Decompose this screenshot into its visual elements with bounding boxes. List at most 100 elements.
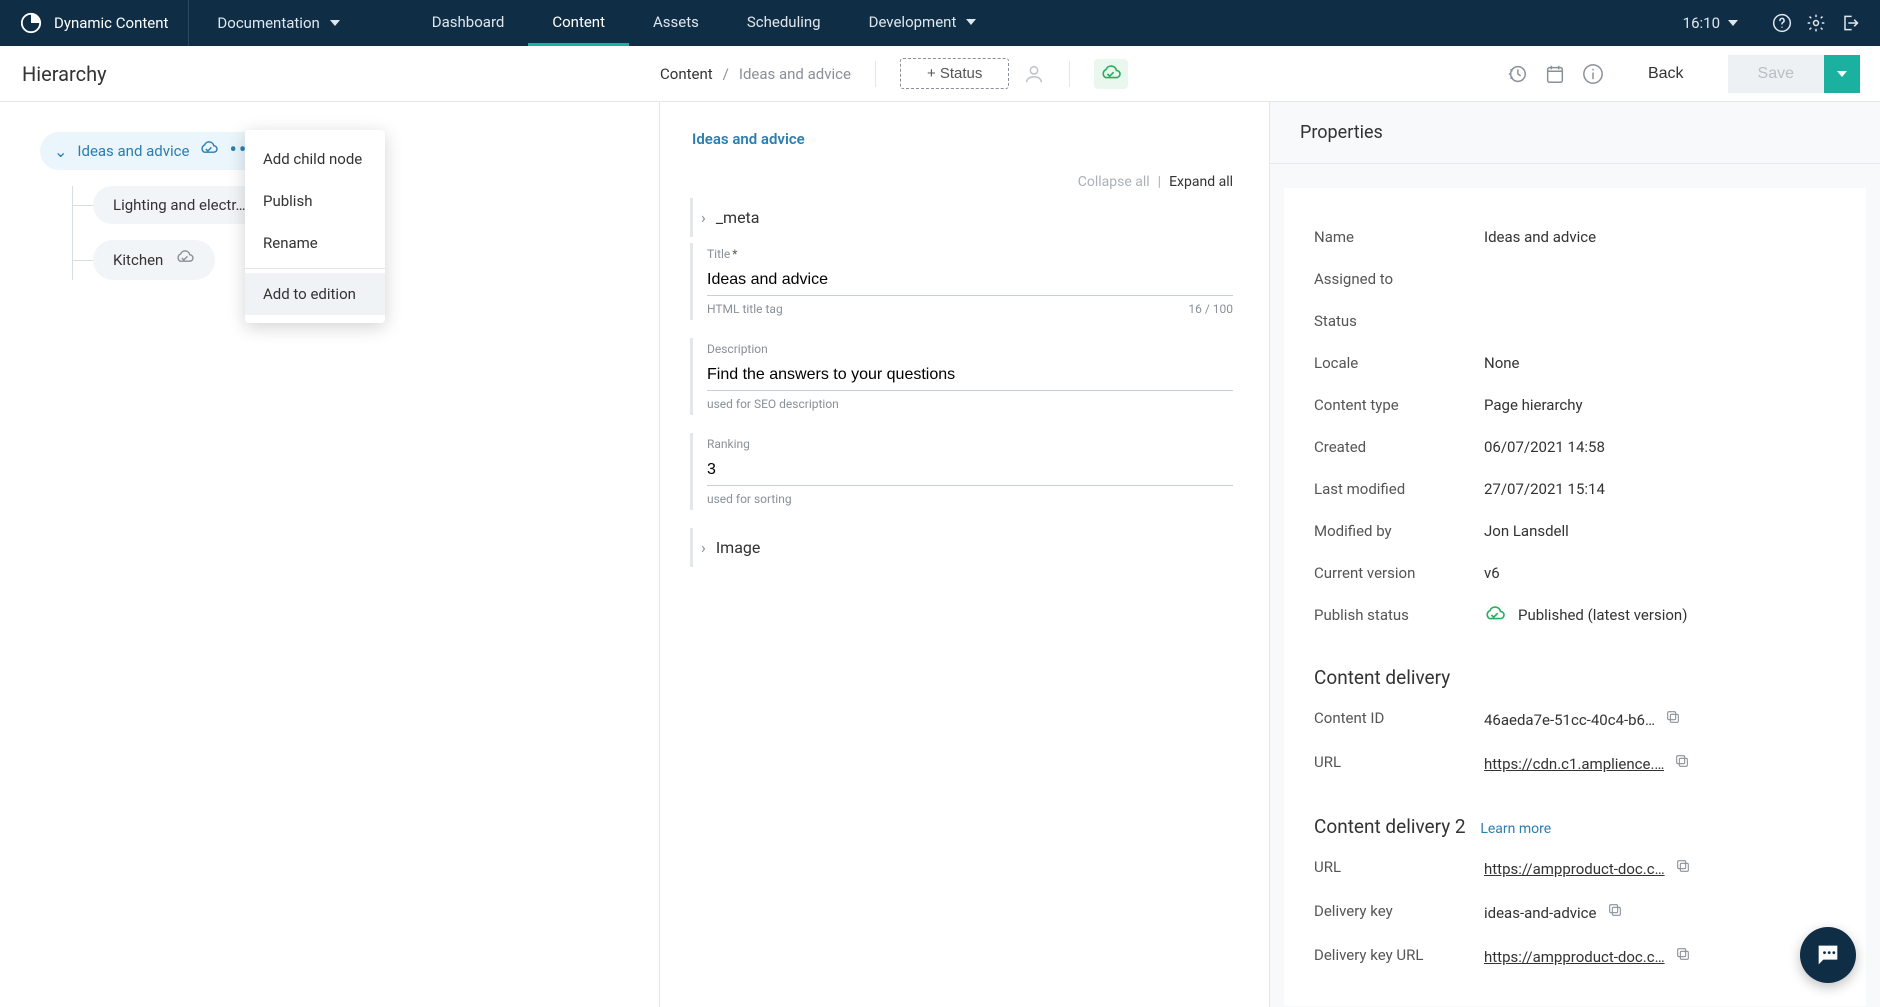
tab-scheduling[interactable]: Scheduling bbox=[723, 0, 845, 46]
chevron-down-icon bbox=[330, 20, 340, 26]
breadcrumb-root[interactable]: Content bbox=[660, 65, 713, 83]
publish-status-chip[interactable] bbox=[1094, 59, 1128, 89]
gear-icon[interactable] bbox=[1806, 13, 1826, 33]
expand-all-button[interactable]: Expand all bbox=[1169, 174, 1233, 190]
description-input[interactable] bbox=[707, 360, 1233, 391]
copy-icon[interactable] bbox=[1674, 755, 1690, 773]
help-icon[interactable] bbox=[1772, 13, 1792, 33]
tree-child-label: Lighting and electr… bbox=[113, 196, 246, 214]
separator bbox=[875, 61, 876, 87]
section-content-delivery-2: Content delivery 2 Learn more bbox=[1314, 785, 1836, 846]
prop-contentid-value: 46aeda7e-51cc-40c4-b6… bbox=[1484, 709, 1836, 729]
copy-icon[interactable] bbox=[1675, 860, 1691, 878]
info-icon[interactable] bbox=[1582, 63, 1604, 85]
calendar-icon[interactable] bbox=[1544, 63, 1566, 85]
tree-child-lighting[interactable]: Lighting and electr… bbox=[93, 186, 266, 224]
title-input[interactable] bbox=[707, 265, 1233, 296]
prop-version-label: Current version bbox=[1314, 564, 1484, 582]
field-ranking-hint: used for sorting bbox=[707, 492, 1233, 506]
copy-icon[interactable] bbox=[1675, 948, 1691, 966]
prop-name-label: Name bbox=[1314, 228, 1484, 246]
cloud-check-icon bbox=[175, 250, 195, 270]
prop-assigned-value bbox=[1484, 270, 1836, 288]
prop-url-value: https://cdn.c1.amplience.… bbox=[1484, 753, 1836, 773]
save-group: Save bbox=[1728, 55, 1860, 93]
hub-label: Documentation bbox=[217, 14, 319, 32]
context-menu: Add child node Publish Rename Add to edi… bbox=[245, 130, 385, 323]
prop-name-value: Ideas and advice bbox=[1484, 228, 1836, 246]
properties-body[interactable]: NameIdeas and advice Assigned to Status … bbox=[1270, 164, 1880, 1007]
tree-root-label: Ideas and advice bbox=[77, 142, 189, 160]
brand-label: Dynamic Content bbox=[54, 14, 168, 32]
assignee-icon[interactable] bbox=[1023, 63, 1045, 85]
breadcrumb-leaf: Ideas and advice bbox=[739, 65, 851, 83]
required-indicator: * bbox=[732, 247, 737, 261]
ctx-add-to-edition[interactable]: Add to edition bbox=[245, 273, 385, 315]
editor-title: Ideas and advice bbox=[686, 130, 1233, 148]
brand: Dynamic Content bbox=[0, 0, 188, 46]
clock[interactable]: 16:10 bbox=[1683, 14, 1738, 32]
prop-url2-value: https://ampproduct-doc.c… bbox=[1484, 858, 1836, 878]
back-button[interactable]: Back bbox=[1620, 65, 1712, 83]
top-right: 16:10 bbox=[1683, 13, 1880, 33]
chevron-down-icon bbox=[1837, 71, 1847, 77]
chevron-right-icon: › bbox=[701, 538, 706, 557]
ctx-add-child[interactable]: Add child node bbox=[245, 138, 385, 180]
prop-pubstatus-label: Publish status bbox=[1314, 606, 1484, 624]
tab-development[interactable]: Development bbox=[845, 0, 1001, 46]
prop-locale-value: None bbox=[1484, 354, 1836, 372]
ctx-rename[interactable]: Rename bbox=[245, 222, 385, 264]
main: ⌄ Ideas and advice ••• Lighting and elec… bbox=[0, 102, 1880, 1007]
logout-icon[interactable] bbox=[1840, 13, 1860, 33]
field-ranking: Ranking used for sorting bbox=[690, 433, 1233, 510]
section-meta[interactable]: › _meta bbox=[690, 198, 1233, 237]
add-status-button[interactable]: + Status bbox=[900, 58, 1009, 89]
prop-dkeyurl-value: https://ampproduct-doc.c… bbox=[1484, 946, 1836, 966]
copy-icon[interactable] bbox=[1665, 711, 1681, 729]
prop-contenttype-label: Content type bbox=[1314, 396, 1484, 414]
hub-selector[interactable]: Documentation bbox=[189, 14, 367, 32]
history-icon[interactable] bbox=[1506, 63, 1528, 85]
toolbar-mid: Content / Ideas and advice + Status bbox=[660, 58, 1506, 89]
tab-content[interactable]: Content bbox=[528, 0, 629, 46]
prop-dkey-value: ideas-and-advice bbox=[1484, 902, 1836, 922]
chevron-down-icon bbox=[1728, 20, 1738, 26]
prop-pubstatus-value: Published (latest version) bbox=[1484, 606, 1836, 624]
field-title: Title * HTML title tag 16 / 100 bbox=[690, 243, 1233, 320]
save-caret-button[interactable] bbox=[1824, 55, 1860, 93]
save-button: Save bbox=[1728, 55, 1824, 93]
cloud-check-icon bbox=[199, 141, 219, 161]
ranking-input[interactable] bbox=[707, 455, 1233, 486]
prop-status-label: Status bbox=[1314, 312, 1484, 330]
chevron-down-icon: ⌄ bbox=[54, 142, 67, 161]
prop-status-value bbox=[1484, 312, 1836, 330]
learn-more-link[interactable]: Learn more bbox=[1480, 821, 1551, 837]
prop-modified-label: Last modified bbox=[1314, 480, 1484, 498]
separator bbox=[1069, 61, 1070, 87]
brand-logo-icon bbox=[20, 12, 42, 34]
toolbar: Hierarchy Content / Ideas and advice + S… bbox=[0, 46, 1880, 102]
field-description-label: Description bbox=[707, 342, 768, 356]
prop-version-value: v6 bbox=[1484, 564, 1836, 582]
prop-locale-label: Locale bbox=[1314, 354, 1484, 372]
collapse-all-button[interactable]: Collapse all bbox=[1078, 174, 1150, 190]
field-description-hint: used for SEO description bbox=[707, 397, 1233, 411]
prop-dkeyurl-label: Delivery key URL bbox=[1314, 946, 1484, 966]
ctx-publish[interactable]: Publish bbox=[245, 180, 385, 222]
expand-controls: Collapse all | Expand all bbox=[686, 174, 1233, 190]
section-content-delivery: Content delivery bbox=[1314, 636, 1836, 697]
prop-modifiedby-label: Modified by bbox=[1314, 522, 1484, 540]
prop-dkey-label: Delivery key bbox=[1314, 902, 1484, 922]
field-description: Description used for SEO description bbox=[690, 338, 1233, 415]
prop-modified-value: 27/07/2021 15:14 bbox=[1484, 480, 1836, 498]
cloud-check-icon bbox=[1484, 606, 1506, 624]
chat-button[interactable] bbox=[1800, 927, 1856, 983]
tree-root[interactable]: ⌄ Ideas and advice ••• bbox=[40, 132, 272, 170]
section-image-label: Image bbox=[716, 538, 761, 557]
tab-assets[interactable]: Assets bbox=[629, 0, 723, 46]
toolbar-right: Back Save bbox=[1506, 55, 1860, 93]
copy-icon[interactable] bbox=[1607, 904, 1623, 922]
tree-child-kitchen[interactable]: Kitchen bbox=[93, 240, 215, 280]
section-image[interactable]: › Image bbox=[690, 528, 1233, 567]
tab-dashboard[interactable]: Dashboard bbox=[408, 0, 529, 46]
